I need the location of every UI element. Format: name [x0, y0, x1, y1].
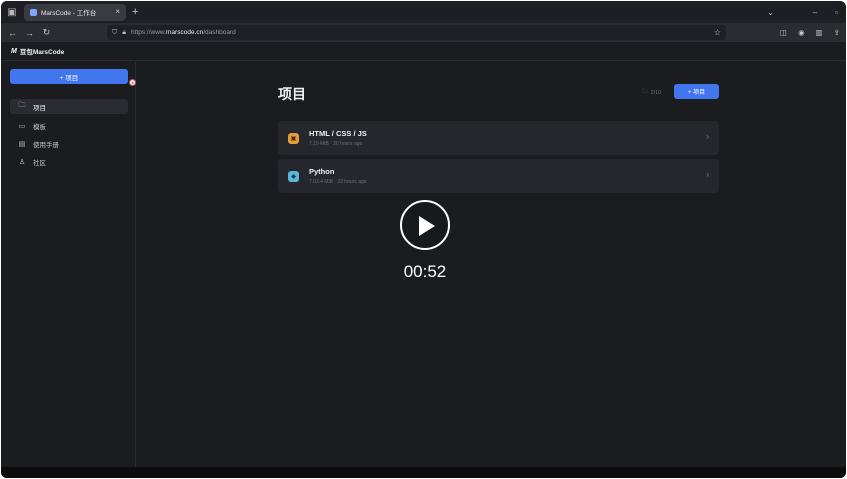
- extensions-icon[interactable]: ▥: [816, 28, 823, 37]
- new-project-button[interactable]: + 项目: [10, 69, 128, 84]
- sidebar-item-label: 社区: [33, 159, 46, 167]
- share-icon[interactable]: ⇪: [834, 28, 840, 37]
- tab-title: MarsCode - 工作台: [41, 10, 97, 17]
- pocket-icon[interactable]: ◫: [780, 28, 787, 37]
- window-controls: – ▫: [813, 1, 838, 23]
- minimize-icon[interactable]: –: [813, 8, 817, 17]
- forward-arrow-icon[interactable]: →: [21, 23, 38, 42]
- sidebar-item-label: 使用手册: [33, 141, 59, 149]
- tab-close-icon[interactable]: ×: [115, 8, 120, 16]
- video-timer: 00:52: [403, 262, 447, 281]
- monitor-icon: ▭: [18, 122, 26, 130]
- sidebar-item-1[interactable]: ▭ 模板: [10, 118, 128, 133]
- main-content: 项目 🗀 2/10 + 项目 ▣ HTML / CSS / JS 7.19 MiB …: [137, 62, 846, 467]
- workspace-icon[interactable]: ▣: [3, 1, 21, 23]
- maximize-icon[interactable]: ▫: [835, 8, 838, 17]
- back-arrow-icon[interactable]: ←: [4, 23, 21, 42]
- folder-count-icon: 🗀: [642, 89, 648, 95]
- chevron-right-icon: ›: [706, 170, 709, 179]
- page-title: 项目: [278, 86, 306, 102]
- project-card[interactable]: ◆ Python 7.03.4 MiB · 22 hours ago ›: [278, 159, 719, 193]
- bookmark-star-icon[interactable]: ☆: [714, 28, 721, 37]
- book-icon: ▤: [18, 140, 26, 148]
- project-count: 🗀 2/10: [642, 89, 662, 96]
- sidebar-item-2[interactable]: ▤ 使用手册: [10, 136, 128, 151]
- project-meta: 7.03.4 MiB · 22 hours ago: [309, 179, 367, 185]
- lock-icon[interactable]: 🔒︎: [122, 29, 126, 37]
- sidebar-item-3[interactable]: ♙ 社区: [10, 154, 128, 169]
- account-icon[interactable]: ◉: [798, 28, 805, 37]
- project-card[interactable]: ▣ HTML / CSS / JS 7.19 MiB · 20 hours ago ›: [278, 121, 719, 155]
- project-meta: 7.19 MiB · 20 hours ago: [309, 141, 363, 147]
- app-header: M 豆包MarsCode: [1, 42, 846, 61]
- taskbar-strip: [1, 467, 846, 478]
- notification-badge-icon[interactable]: ●: [129, 79, 136, 86]
- screen-frame: ▣ MarsCode - 工作台 × + ⌄ – ▫ ← → ↻ ⛉ 🔒︎ ht…: [1, 1, 846, 478]
- html-icon: ▣: [288, 132, 299, 144]
- browser-navbar: ← → ↻ ⛉ 🔒︎ https://www.marscode.cn/dashb…: [1, 23, 846, 42]
- project-info: Python 7.03.4 MiB · 22 hours ago: [309, 167, 367, 185]
- sidebar-item-label: 模板: [33, 123, 46, 131]
- logo-text[interactable]: 豆包MarsCode: [20, 46, 64, 56]
- browser-toolbar-right: ◫ ◉ ▥ ⇪: [780, 23, 840, 42]
- community-icon: ♙: [18, 158, 26, 166]
- project-name: Python: [309, 167, 335, 176]
- url-text[interactable]: https://www.marscode.cn/dashboard: [131, 29, 236, 36]
- play-icon: [419, 216, 435, 236]
- browser-tab[interactable]: MarsCode - 工作台 ×: [24, 3, 126, 21]
- sidebar: + 项目 ● 🗀 项目 ▭ 模板 ▤ 使用手册 ♙ 社区: [1, 62, 136, 467]
- reload-icon[interactable]: ↻: [38, 23, 55, 42]
- folder-icon: 🗀: [18, 102, 26, 109]
- sidebar-item-0[interactable]: 🗀 项目: [10, 99, 128, 114]
- tracking-shield-icon[interactable]: ⛉: [112, 29, 117, 37]
- sidebar-item-label: 项目: [33, 104, 46, 112]
- project-info: HTML / CSS / JS 7.19 MiB · 20 hours ago: [309, 129, 367, 147]
- tab-list-chevron-icon[interactable]: ⌄: [767, 1, 774, 23]
- browser-tabbar: ▣ MarsCode - 工作台 × + ⌄ – ▫: [1, 1, 846, 23]
- create-project-button[interactable]: + 项目: [674, 84, 719, 99]
- marscode-logo-icon: M: [11, 47, 17, 55]
- project-name: HTML / CSS / JS: [309, 129, 367, 138]
- new-tab-button[interactable]: +: [132, 6, 138, 18]
- chevron-right-icon: ›: [706, 132, 709, 141]
- play-button[interactable]: [400, 200, 450, 250]
- marscode-favicon-icon: [30, 8, 37, 16]
- python-icon: ◆: [288, 170, 299, 182]
- address-bar[interactable]: ⛉ 🔒︎ https://www.marscode.cn/dashboard ☆: [107, 25, 726, 40]
